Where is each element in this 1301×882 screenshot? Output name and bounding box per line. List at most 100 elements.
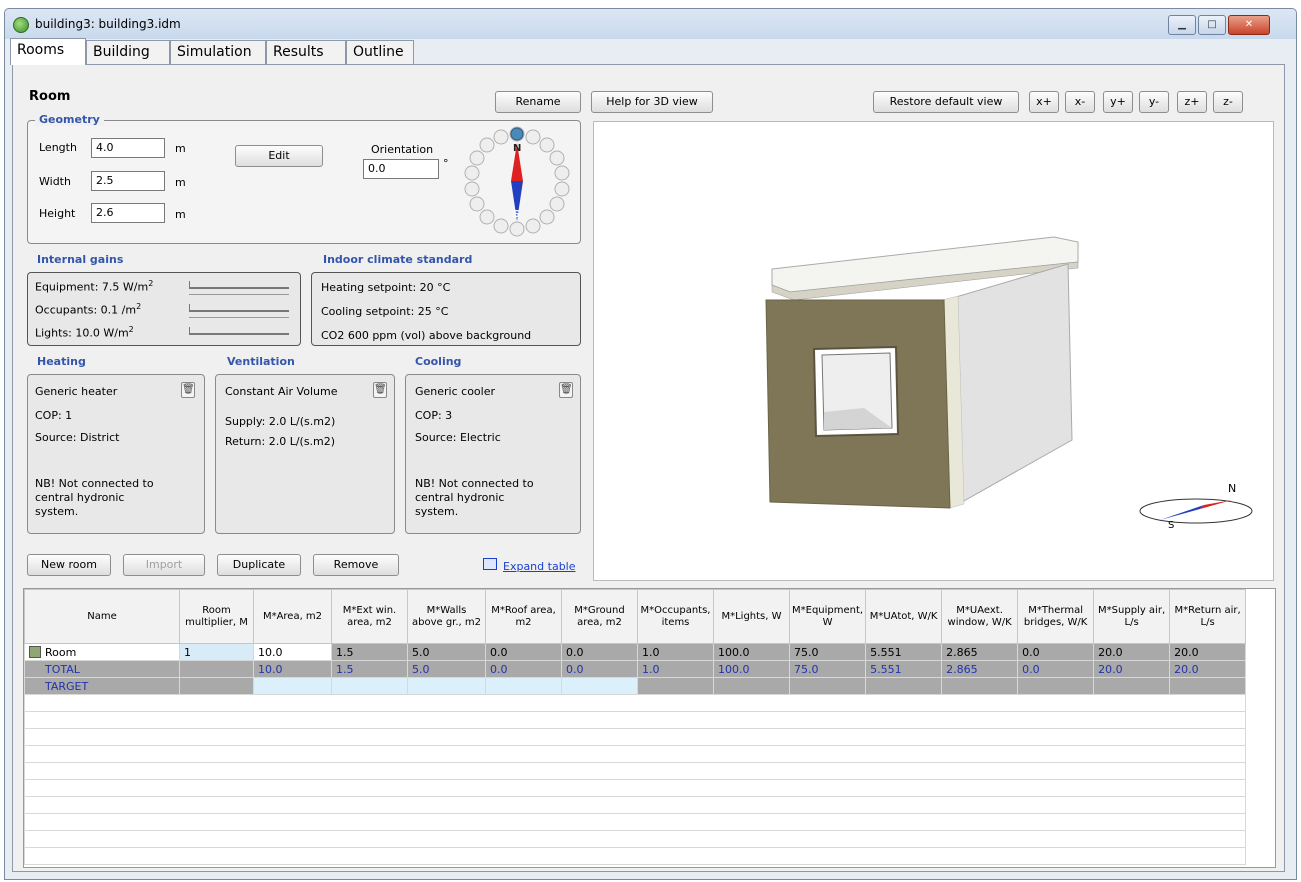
edit-button[interactable]: Edit xyxy=(235,145,323,167)
table-cell: 100.0 xyxy=(713,660,790,678)
cooler-source: Source: Electric xyxy=(415,431,501,444)
table-cell[interactable] xyxy=(253,677,332,695)
table-cell xyxy=(637,677,714,695)
rename-button[interactable]: Rename xyxy=(495,91,581,113)
table-cell[interactable]: 1 xyxy=(179,643,254,661)
room-row-icon xyxy=(29,645,41,658)
heating-delete-icon[interactable]: 🗑 xyxy=(181,382,195,398)
title-bar: building3: building3.idm ▁ □ ✕ xyxy=(5,9,1296,39)
table-cell xyxy=(179,660,254,678)
table-row-target[interactable]: TARGET xyxy=(24,677,1247,695)
ventilation-supply: Supply: 2.0 L/(s.m2) xyxy=(225,415,336,428)
table-cell: 5.551 xyxy=(865,660,943,678)
column-header[interactable]: M*Equipment, W xyxy=(788,589,867,644)
column-header[interactable]: M*Lights, W xyxy=(713,589,790,644)
column-header[interactable]: M*UAext. window, W/K xyxy=(941,589,1019,644)
table-row-empty xyxy=(23,745,1247,763)
width-input[interactable]: 2.5 xyxy=(91,171,165,191)
height-input[interactable]: 2.6 xyxy=(91,203,165,223)
column-header[interactable]: Room multiplier, M xyxy=(179,589,254,644)
cooling-delete-icon[interactable]: 🗑 xyxy=(559,382,573,398)
column-header[interactable]: M*UAtot, W/K xyxy=(865,589,943,644)
geometry-label: Geometry xyxy=(35,113,104,126)
column-header[interactable]: M*Thermal bridges, W/K xyxy=(1017,589,1095,644)
orientation-input[interactable]: 0.0 xyxy=(363,159,439,179)
minimize-button[interactable]: ▁ xyxy=(1168,15,1196,35)
cooler-note-3: system. xyxy=(415,505,459,518)
tab-rooms[interactable]: Rooms xyxy=(10,38,86,65)
table-row-total: TOTAL 10.0 1.5 5.0 0.0 0.0 1.0 100.0 75.… xyxy=(24,660,1247,678)
column-header[interactable]: M*Occupants, items xyxy=(637,589,714,644)
ventilation-delete-icon[interactable]: 🗑 xyxy=(373,382,387,398)
table-cell: 0.0 xyxy=(561,660,638,678)
column-header[interactable]: Name xyxy=(24,589,180,644)
column-header[interactable]: M*Ext win. area, m2 xyxy=(331,589,408,644)
3d-view[interactable]: N S xyxy=(593,121,1274,581)
x-minus-button[interactable]: x- xyxy=(1065,91,1095,113)
table-cell: 0.0 xyxy=(485,643,562,661)
width-unit: m xyxy=(175,176,186,189)
table-row-room[interactable]: Room 1 10.0 1.5 5.0 0.0 0.0 1.0 100.0 75… xyxy=(24,643,1247,661)
ventilation-box[interactable] xyxy=(215,374,395,534)
table-cell[interactable]: 10.0 xyxy=(253,643,332,661)
remove-button[interactable]: Remove xyxy=(313,554,399,576)
close-button[interactable]: ✕ xyxy=(1228,15,1270,35)
orientation-label: Orientation xyxy=(371,143,434,156)
table-cell: 0.0 xyxy=(1017,660,1095,678)
column-header[interactable]: M*Return air, L/s xyxy=(1169,589,1247,644)
table-cell[interactable] xyxy=(407,677,486,695)
table-row-empty xyxy=(23,762,1247,780)
table-cell: 2.865 xyxy=(941,660,1019,678)
table-cell: 20.0 xyxy=(1093,643,1171,661)
y-plus-button[interactable]: y+ xyxy=(1103,91,1133,113)
y-minus-button[interactable]: y- xyxy=(1139,91,1169,113)
table-cell[interactable] xyxy=(331,677,408,695)
z-plus-button[interactable]: z+ xyxy=(1177,91,1207,113)
room-heading: Room xyxy=(29,89,71,104)
column-header[interactable]: M*Supply air, L/s xyxy=(1093,589,1171,644)
tab-outline[interactable]: Outline xyxy=(346,40,414,64)
restore-default-view-button[interactable]: Restore default view xyxy=(873,91,1019,113)
gain-sliders[interactable] xyxy=(189,281,293,335)
table-row-empty xyxy=(23,847,1247,865)
height-label: Height xyxy=(39,207,76,220)
tab-simulation[interactable]: Simulation xyxy=(170,40,266,64)
table-cell[interactable] xyxy=(485,677,562,695)
heating-label: Heating xyxy=(37,355,86,368)
table-cell: 1.0 xyxy=(637,660,714,678)
app-icon xyxy=(13,17,29,33)
expand-table-icon[interactable] xyxy=(483,558,497,570)
heater-note-1: NB! Not connected to xyxy=(35,477,154,490)
room-3d-model xyxy=(765,236,1253,524)
column-header[interactable]: M*Ground area, m2 xyxy=(561,589,638,644)
x-plus-button[interactable]: x+ xyxy=(1029,91,1059,113)
duplicate-button[interactable]: Duplicate xyxy=(217,554,301,576)
table-cell: 75.0 xyxy=(788,660,867,678)
column-header[interactable]: M*Area, m2 xyxy=(253,589,332,644)
tab-building[interactable]: Building xyxy=(86,40,170,64)
heater-note-2: central hydronic xyxy=(35,491,125,504)
table-row-empty xyxy=(23,830,1247,848)
table-cell: 100.0 xyxy=(713,643,790,661)
help-3d-view-button[interactable]: Help for 3D view xyxy=(591,91,713,113)
table-cell xyxy=(713,677,790,695)
column-header[interactable]: M*Roof area, m2 xyxy=(485,589,562,644)
rooms-table[interactable]: Name Room multiplier, M M*Area, m2 M*Ext… xyxy=(23,588,1276,868)
table-cell[interactable] xyxy=(561,677,638,695)
tab-results[interactable]: Results xyxy=(266,40,346,64)
table-cell: 10.0 xyxy=(253,660,332,678)
new-room-button[interactable]: New room xyxy=(27,554,111,576)
maximize-button[interactable]: □ xyxy=(1198,15,1226,35)
import-button[interactable]: Import xyxy=(123,554,205,576)
table-cell: 0.0 xyxy=(1017,643,1095,661)
mini-compass-south: S xyxy=(1168,520,1175,531)
cooler-note-2: central hydronic xyxy=(415,491,505,504)
indoor-climate-label: Indoor climate standard xyxy=(323,253,473,266)
heater-source: Source: District xyxy=(35,431,120,444)
expand-table-link[interactable]: Expand table xyxy=(503,560,576,573)
orientation-compass[interactable]: N S xyxy=(457,123,577,241)
z-minus-button[interactable]: z- xyxy=(1213,91,1243,113)
column-header[interactable]: M*Walls above gr., m2 xyxy=(407,589,486,644)
room-name-cell[interactable]: Room xyxy=(24,643,180,661)
length-input[interactable]: 4.0 xyxy=(91,138,165,158)
